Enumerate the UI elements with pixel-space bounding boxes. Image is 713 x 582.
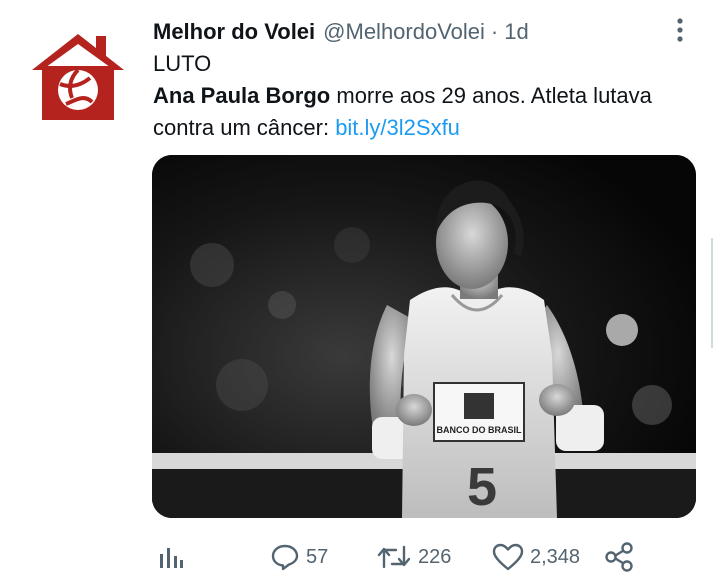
like-button[interactable]: 2,348	[492, 534, 580, 580]
retweet-count: 226	[418, 545, 452, 568]
volleyball-player-photo: BANCO DO BRASIL 5	[152, 155, 696, 518]
retweet-icon	[377, 545, 411, 569]
share-button[interactable]	[604, 534, 634, 580]
share-icon	[605, 542, 633, 572]
heart-icon	[492, 543, 524, 571]
separator-dot: ·	[490, 19, 499, 44]
more-options-button[interactable]	[664, 14, 696, 46]
tweet-link[interactable]: bit.ly/3l2Sxfu	[335, 115, 460, 140]
reply-icon	[271, 544, 299, 571]
tweet-photo[interactable]: BANCO DO BRASIL 5	[152, 155, 696, 518]
tweet-text: LUTO Ana Paula Borgo morre aos 29 anos. …	[153, 48, 703, 144]
svg-text:5: 5	[467, 457, 497, 517]
reply-button[interactable]: 57	[270, 534, 328, 580]
tweet-text-bold: Ana Paula Borgo	[153, 83, 331, 108]
tweet-header: Melhor do Volei @MelhordoVolei · 1d	[153, 16, 673, 48]
like-count: 2,348	[530, 545, 581, 568]
tweet-actions: 57 226 2,348	[152, 534, 652, 580]
svg-text:BANCO DO BRASIL: BANCO DO BRASIL	[437, 425, 523, 435]
tweet-text-body: Ana Paula Borgo morre aos 29 anos. Atlet…	[153, 80, 703, 144]
house-volleyball-logo	[32, 34, 124, 120]
user-handle[interactable]: @MelhordoVolei	[323, 19, 485, 45]
reply-count: 57	[306, 545, 329, 568]
analytics-icon	[160, 548, 183, 568]
tweet-text-line1: LUTO	[153, 51, 212, 76]
display-name[interactable]: Melhor do Volei	[153, 19, 315, 45]
retweet-button[interactable]: 226	[376, 534, 451, 580]
tweet-timestamp[interactable]: 1d	[504, 19, 528, 45]
avatar[interactable]	[26, 28, 130, 122]
analytics-button[interactable]	[158, 534, 184, 580]
more-vertical-icon	[677, 18, 683, 42]
